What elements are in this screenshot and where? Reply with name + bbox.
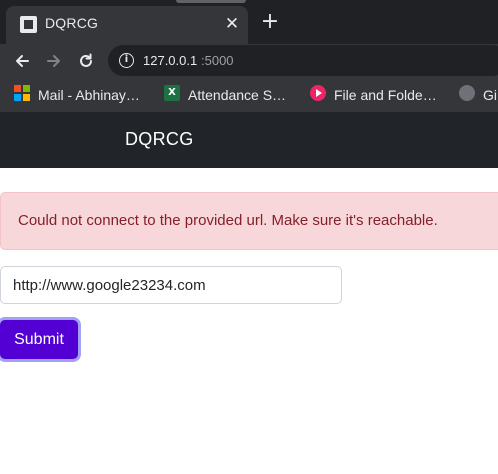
bookmark-mail[interactable]: Mail - Abhinay…: [38, 86, 140, 104]
github-icon: [459, 85, 475, 101]
reload-icon: [80, 53, 92, 67]
back-button[interactable]: [9, 48, 35, 74]
error-alert-message: Could not connect to the provided url. M…: [18, 212, 438, 229]
browser-tab-strip: DQRCG ✕ +: [0, 0, 498, 44]
close-icon[interactable]: ✕: [222, 14, 242, 34]
bookmark-github[interactable]: Gi: [483, 86, 497, 104]
bookmark-file-and-folder[interactable]: File and Folde…: [334, 86, 437, 104]
play-icon: [310, 85, 326, 101]
navbar-brand[interactable]: DQRCG: [125, 129, 194, 150]
microsoft-icon: [14, 85, 30, 101]
new-tab-button[interactable]: +: [258, 10, 282, 34]
forward-button[interactable]: [41, 48, 67, 74]
url-port: :5000: [201, 53, 234, 68]
submit-button[interactable]: Submit: [0, 320, 78, 359]
address-bar[interactable]: i 127.0.0.1 :5000: [108, 45, 498, 76]
site-navbar: DQRCG: [0, 112, 498, 168]
site-favicon-icon: [20, 16, 37, 33]
tab-strip-edge: [176, 0, 246, 3]
error-alert: Could not connect to the provided url. M…: [0, 192, 498, 250]
arrow-right-icon: [47, 55, 60, 67]
excel-icon: X: [164, 85, 180, 101]
url-host: 127.0.0.1: [143, 53, 198, 68]
browser-toolbar: i 127.0.0.1 :5000: [0, 44, 498, 78]
tab-title: DQRCG: [45, 15, 99, 31]
site-info-icon[interactable]: i: [119, 53, 134, 68]
browser-tab[interactable]: DQRCG ✕: [6, 6, 248, 44]
bookmark-attendance[interactable]: Attendance S…: [188, 86, 286, 104]
arrow-left-icon: [16, 55, 29, 67]
url-input[interactable]: [0, 266, 342, 304]
reload-button[interactable]: [73, 48, 99, 74]
